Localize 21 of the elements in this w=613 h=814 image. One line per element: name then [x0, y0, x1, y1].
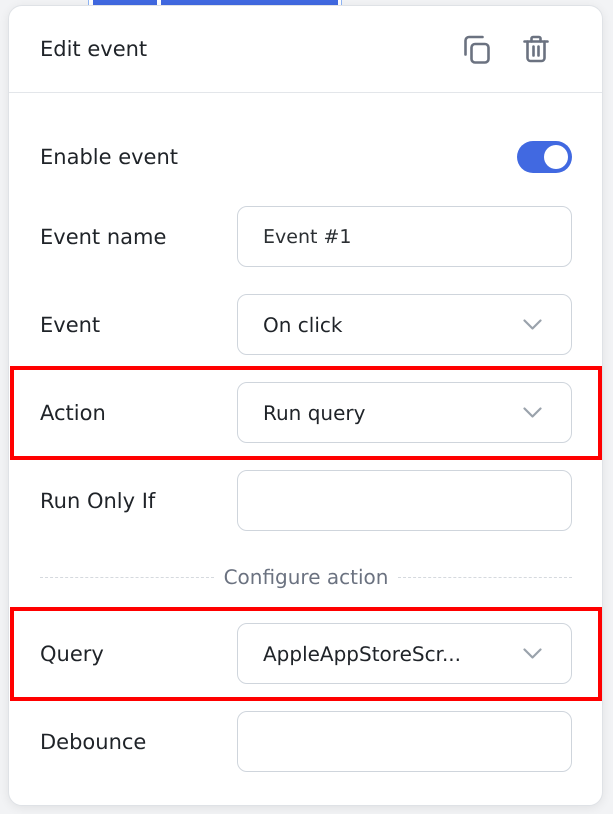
field-label: Event — [40, 312, 102, 336]
text-field[interactable]: Event #1 — [237, 206, 572, 267]
field-label: Run Only If — [40, 488, 157, 512]
field-label: Query — [40, 642, 105, 666]
dropdown[interactable]: On click — [237, 294, 572, 355]
field-label: Debounce — [40, 730, 148, 754]
panel-title: Edit event — [40, 37, 148, 61]
field-label: Action — [40, 400, 107, 424]
trash-icon[interactable] — [523, 35, 549, 63]
text-field[interactable] — [237, 470, 572, 531]
dropdown[interactable]: Run query — [237, 382, 572, 443]
dropdown[interactable]: AppleAppStoreScr... — [237, 623, 572, 684]
toggle-switch[interactable] — [517, 141, 572, 173]
chevron-down-icon — [523, 407, 542, 418]
section-heading: Configure action — [224, 565, 388, 589]
copy-icon[interactable] — [463, 34, 491, 64]
chevron-down-icon — [523, 319, 542, 330]
field-label: Event name — [40, 224, 168, 248]
field-label: Enable event — [40, 145, 180, 169]
chevron-down-icon — [523, 648, 542, 659]
text-field[interactable] — [237, 711, 572, 772]
